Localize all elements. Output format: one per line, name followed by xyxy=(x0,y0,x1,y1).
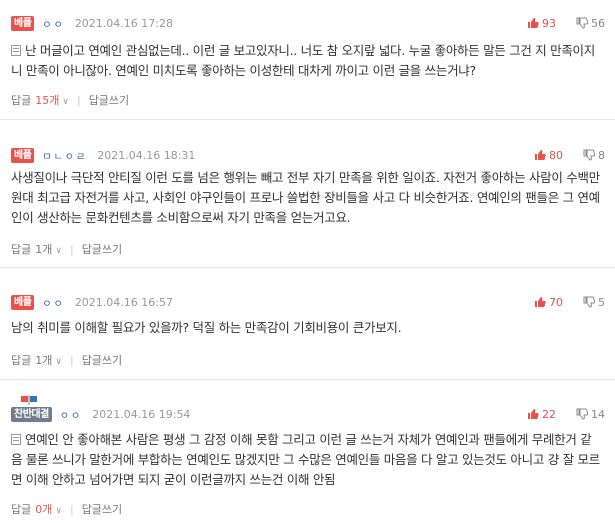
reply-label: 답글 xyxy=(11,354,32,367)
vote-group: 93 56 xyxy=(527,17,605,30)
comment-footer: 답글 1개 ∨ | 답글쓰기 xyxy=(11,241,122,257)
comment-footer: 답글 0개 ∨ | 답글쓰기 xyxy=(11,501,122,517)
thumbs-up-icon xyxy=(535,297,546,307)
best-badge: 베플 xyxy=(11,147,35,163)
write-reply-button[interactable]: 답글쓰기 xyxy=(82,241,122,257)
reply-toggle[interactable]: 답글 15개 ∨ xyxy=(11,92,69,108)
thumbs-up-icon xyxy=(535,150,546,160)
debate-badge: 찬반대결 xyxy=(11,406,52,422)
comment-item: 베플 ㅁㄴㅇㄹ 2021.04.16 18:31 80 8 사생질이나 극단적 … xyxy=(0,120,615,268)
comment-footer: 답글 15개 ∨ | 답글쓰기 xyxy=(11,92,129,108)
reply-count: 1개 xyxy=(35,354,53,367)
reply-label: 답글 xyxy=(11,243,32,256)
downvote-count: 56 xyxy=(591,16,605,30)
thumbs-down-icon xyxy=(576,17,588,29)
comment-text: 난 머글이고 연예인 관심없는데.. 이런 글 보고있자니.. 너도 참 오지랖… xyxy=(11,43,595,78)
comment-item: 찬반대결 ㅇㅇ 2021.04.16 19:54 22 14 연예인 안 좋아해… xyxy=(0,380,615,523)
reply-label: 답글 xyxy=(11,503,32,516)
document-icon xyxy=(11,434,21,445)
reply-count: 1개 xyxy=(35,243,53,256)
downvote-count: 8 xyxy=(598,148,605,162)
downvote-button[interactable]: 56 xyxy=(576,17,605,30)
comment-author[interactable]: ㅇㅇ xyxy=(42,16,64,31)
upvote-button[interactable]: 80 xyxy=(534,149,563,162)
reply-toggle[interactable]: 답글 1개 ∨ xyxy=(11,352,62,368)
comment-author[interactable]: ㅇㅇ xyxy=(42,295,64,310)
chevron-down-icon: ∨ xyxy=(55,506,62,516)
divider: | xyxy=(69,353,74,367)
downvote-button[interactable]: 8 xyxy=(583,149,605,162)
thumbs-down-icon xyxy=(583,296,595,308)
thumbs-up-icon xyxy=(528,409,539,419)
comment-body: 남의 취미를 이해할 필요가 있을까? 덕질 하는 만족감이 기회비용이 큰가보… xyxy=(11,318,601,338)
write-reply-button[interactable]: 답글쓰기 xyxy=(89,92,129,108)
comment-item: 베플 ㅇㅇ 2021.04.16 16:57 70 5 남의 취미를 이해할 필… xyxy=(0,268,615,380)
comment-text: 연예인 안 좋아해본 사람은 평생 그 감정 이해 못함 그리고 이런 글 쓰는… xyxy=(11,432,600,487)
reply-toggle[interactable]: 답글 1개 ∨ xyxy=(11,241,62,257)
comment-body: 연예인 안 좋아해본 사람은 평생 그 감정 이해 못함 그리고 이런 글 쓰는… xyxy=(11,430,601,490)
upvote-button[interactable]: 70 xyxy=(534,296,563,309)
vote-group: 80 8 xyxy=(534,149,605,162)
downvote-count: 14 xyxy=(591,407,605,421)
upvote-count: 70 xyxy=(549,295,563,309)
comment-date: 2021.04.16 17:28 xyxy=(74,16,173,30)
upvote-count: 22 xyxy=(542,407,556,421)
reply-count: 0개 xyxy=(35,503,53,516)
reply-count: 15개 xyxy=(35,94,60,107)
downvote-button[interactable]: 14 xyxy=(576,408,605,421)
comment-header: 베플 ㅇㅇ 2021.04.16 16:57 70 5 xyxy=(11,293,605,311)
thumbs-up-icon xyxy=(528,18,539,28)
divider: | xyxy=(69,242,74,256)
thumbs-down-icon xyxy=(576,408,588,420)
comment-item: 베플 ㅇㅇ 2021.04.16 17:28 93 56 난 머글이고 연예인 … xyxy=(0,0,615,120)
comment-author[interactable]: ㅁㄴㅇㄹ xyxy=(42,148,87,163)
downvote-button[interactable]: 5 xyxy=(583,296,605,309)
comment-text: 사생질이나 극단적 안티질 이런 도를 넘은 행위는 빼고 전부 자기 만족을 … xyxy=(11,170,600,225)
comment-body: 난 머글이고 연예인 관심없는데.. 이런 글 보고있자니.. 너도 참 오지랖… xyxy=(11,41,601,81)
thumbs-down-icon xyxy=(583,149,595,161)
comment-text: 남의 취미를 이해할 필요가 있을까? 덕질 하는 만족감이 기회비용이 큰가보… xyxy=(11,320,402,335)
reply-toggle[interactable]: 답글 0개 ∨ xyxy=(11,501,62,517)
chevron-down-icon: ∨ xyxy=(62,97,69,107)
reply-label: 답글 xyxy=(11,94,32,107)
comment-author[interactable]: ㅇㅇ xyxy=(60,407,82,422)
downvote-count: 5 xyxy=(598,295,605,309)
comment-date: 2021.04.16 18:31 xyxy=(97,148,196,162)
document-icon xyxy=(11,45,21,56)
upvote-count: 80 xyxy=(549,148,563,162)
divider: | xyxy=(69,502,74,516)
vote-group: 70 5 xyxy=(534,296,605,309)
comment-header: 베플 ㅇㅇ 2021.04.16 17:28 93 56 xyxy=(11,14,605,32)
chevron-down-icon: ∨ xyxy=(55,357,62,367)
comment-date: 2021.04.16 19:54 xyxy=(92,407,191,421)
upvote-button[interactable]: 93 xyxy=(527,17,556,30)
best-badge: 베플 xyxy=(11,294,35,310)
write-reply-button[interactable]: 답글쓰기 xyxy=(82,501,122,517)
upvote-count: 93 xyxy=(542,16,556,30)
comment-header: 베플 ㅁㄴㅇㄹ 2021.04.16 18:31 80 8 xyxy=(11,146,605,164)
comment-date: 2021.04.16 16:57 xyxy=(74,295,173,309)
comment-body: 사생질이나 극단적 안티질 이런 도를 넘은 행위는 빼고 전부 자기 만족을 … xyxy=(11,168,601,228)
flag-icon xyxy=(21,395,37,405)
vote-group: 22 14 xyxy=(527,408,605,421)
comment-footer: 답글 1개 ∨ | 답글쓰기 xyxy=(11,352,122,368)
chevron-down-icon: ∨ xyxy=(55,246,62,256)
best-badge: 베플 xyxy=(11,15,35,31)
comment-header: 찬반대결 ㅇㅇ 2021.04.16 19:54 22 14 xyxy=(11,405,605,423)
write-reply-button[interactable]: 답글쓰기 xyxy=(82,352,122,368)
divider: | xyxy=(76,93,81,107)
upvote-button[interactable]: 22 xyxy=(527,408,556,421)
